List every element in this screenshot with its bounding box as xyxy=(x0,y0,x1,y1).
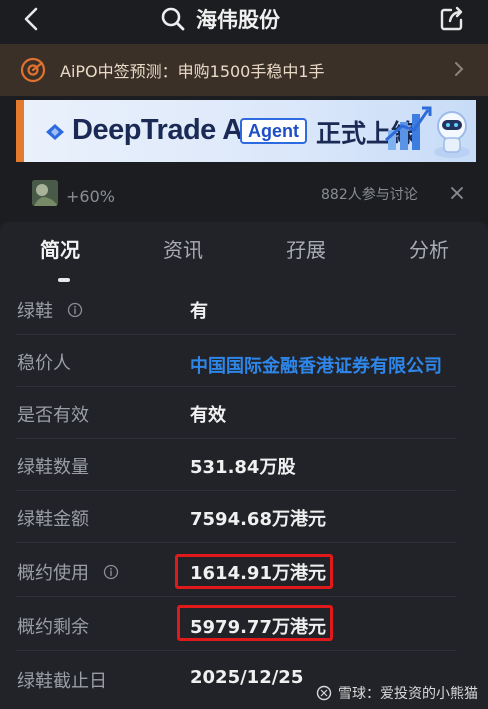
change-percent: +60% xyxy=(66,187,115,206)
share-icon[interactable] xyxy=(438,5,466,33)
tab-overview[interactable]: 简况 xyxy=(40,234,80,263)
title-search[interactable]: 海伟股份 xyxy=(160,3,280,35)
banner-agent-tag: Agent xyxy=(240,118,307,144)
info-row: 绿鞋数量 531.84万股 xyxy=(16,439,456,491)
row-label-text: 绿鞋 xyxy=(17,301,53,322)
close-icon[interactable] xyxy=(449,185,465,201)
tab-news[interactable]: 资讯 xyxy=(163,234,203,263)
info-row: 绿鞋 有 xyxy=(16,283,456,335)
tab-indicator xyxy=(58,278,70,282)
page-title: 海伟股份 xyxy=(196,8,280,32)
tab-bar: 简况 资讯 孖展 分析 xyxy=(0,234,488,282)
stabilizer-link[interactable]: 中国国际金融香港证券有限公司 xyxy=(190,352,442,378)
info-icon[interactable] xyxy=(67,302,83,318)
row-label: 绿鞋金额 xyxy=(17,505,89,531)
row-label-text: 是否有效 xyxy=(17,405,89,426)
row-label-text: 绿鞋数量 xyxy=(17,457,89,478)
row-value: 2025/12/25 xyxy=(190,667,304,688)
aipo-prediction-bar[interactable]: AiPO中签预测：申购1500手稳中1手 xyxy=(0,44,488,96)
row-value: 有 xyxy=(190,301,208,322)
snowball-logo-icon xyxy=(316,685,332,701)
app-header: 海伟股份 xyxy=(0,0,488,40)
discussion-stats: +60% 882人参与讨论 xyxy=(0,172,488,216)
row-label-text: 稳价人 xyxy=(17,353,71,374)
row-label: 是否有效 xyxy=(17,401,89,427)
row-label: 概约使用 xyxy=(17,559,119,585)
avatar-image-icon xyxy=(32,180,58,206)
aipo-text: AiPO中签预测：申购1500手稳中1手 xyxy=(60,62,325,81)
row-label: 概约剩余 xyxy=(17,613,89,639)
row-label: 绿鞋数量 xyxy=(17,453,89,479)
avatar[interactable] xyxy=(32,180,58,206)
row-label-text: 概约剩余 xyxy=(17,617,89,638)
watermark: 雪球：爱投资的小熊猫 xyxy=(316,683,478,703)
discussion-count[interactable]: 882人参与讨论 xyxy=(321,184,418,204)
row-label: 绿鞋 xyxy=(17,297,83,323)
highlight-box xyxy=(175,554,333,589)
row-value: 7594.68万港元 xyxy=(190,509,326,530)
search-icon xyxy=(161,7,185,31)
info-row: 是否有效 有效 xyxy=(16,387,456,439)
watermark-text: 雪球：爱投资的小熊猫 xyxy=(338,686,478,702)
banner-brand: DeepTrade AI xyxy=(72,114,251,146)
info-icon[interactable] xyxy=(103,564,119,580)
tab-analysis[interactable]: 分析 xyxy=(409,234,449,263)
row-label: 绿鞋截止日 xyxy=(17,667,107,693)
row-label-text: 概约使用 xyxy=(17,563,89,584)
back-arrow-icon[interactable] xyxy=(18,5,46,33)
row-value: 531.84万股 xyxy=(190,457,296,478)
chevron-right-icon xyxy=(455,62,464,76)
robot-chart-illustration-icon xyxy=(385,106,470,158)
deeptrade-logo-icon xyxy=(46,124,64,140)
tab-margin[interactable]: 孖展 xyxy=(286,234,326,263)
row-label: 稳价人 xyxy=(17,349,71,375)
info-row: 绿鞋金额 7594.68万港元 xyxy=(16,491,456,543)
target-icon xyxy=(20,57,46,83)
row-label-text: 绿鞋截止日 xyxy=(17,671,107,692)
info-row: 稳价人 中国国际金融香港证券有限公司 xyxy=(16,335,456,387)
highlight-box xyxy=(177,605,333,641)
promo-banner[interactable]: DeepTrade AI Agent 正式上線 xyxy=(16,100,476,162)
row-label-text: 绿鞋金额 xyxy=(17,509,89,530)
row-value: 有效 xyxy=(190,405,226,426)
